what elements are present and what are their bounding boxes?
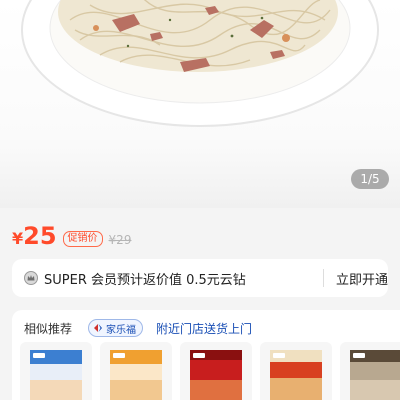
product-thumbnails xyxy=(20,342,400,400)
product-thumbnail-5[interactable] xyxy=(340,342,400,400)
original-price: ¥29 xyxy=(108,233,132,247)
noodle-pack-2 xyxy=(110,350,162,400)
carrefour-badge[interactable]: 家乐福 xyxy=(88,319,143,337)
nearby-store-delivery-link[interactable]: 附近门店送货上门 xyxy=(156,320,252,337)
membership-rebate-text: SUPER 会员预计返价值 0.5元云钻 xyxy=(44,273,246,288)
brand-name: 家乐福 xyxy=(106,324,136,336)
product-thumbnail-1[interactable] xyxy=(20,342,92,400)
super-membership-bar[interactable]: SUPER 会员预计返价值 0.5元云钻 立即开通 xyxy=(12,259,388,297)
open-membership-button[interactable]: 立即开通 xyxy=(336,269,388,288)
image-counter: 1/5 xyxy=(351,169,389,189)
price-currency: ¥ xyxy=(12,229,24,248)
product-thumbnail-2[interactable] xyxy=(100,342,172,400)
price-row: ¥ 25 促销价 ¥29 xyxy=(12,222,131,252)
noodle-pack-5 xyxy=(350,350,400,400)
pasta-dish-photo xyxy=(21,0,379,127)
section-title: 相似推荐 xyxy=(24,322,73,336)
product-thumbnail-3[interactable] xyxy=(180,342,252,400)
crown-icon xyxy=(24,271,38,285)
noodle-pack-3 xyxy=(190,350,242,400)
carrefour-logo-icon xyxy=(94,324,102,332)
product-thumbnail-4[interactable] xyxy=(260,342,332,400)
divider xyxy=(323,269,324,287)
noodle-pack-4 xyxy=(270,350,322,400)
product-image-gallery[interactable]: 1/5 xyxy=(0,0,400,208)
price-amount: 25 xyxy=(23,222,57,250)
similar-recommendations: 相似推荐 家乐福 附近门店送货上门 xyxy=(12,310,400,400)
promo-price-tag: 促销价 xyxy=(62,231,103,247)
noodle-pack-1 xyxy=(30,350,82,400)
